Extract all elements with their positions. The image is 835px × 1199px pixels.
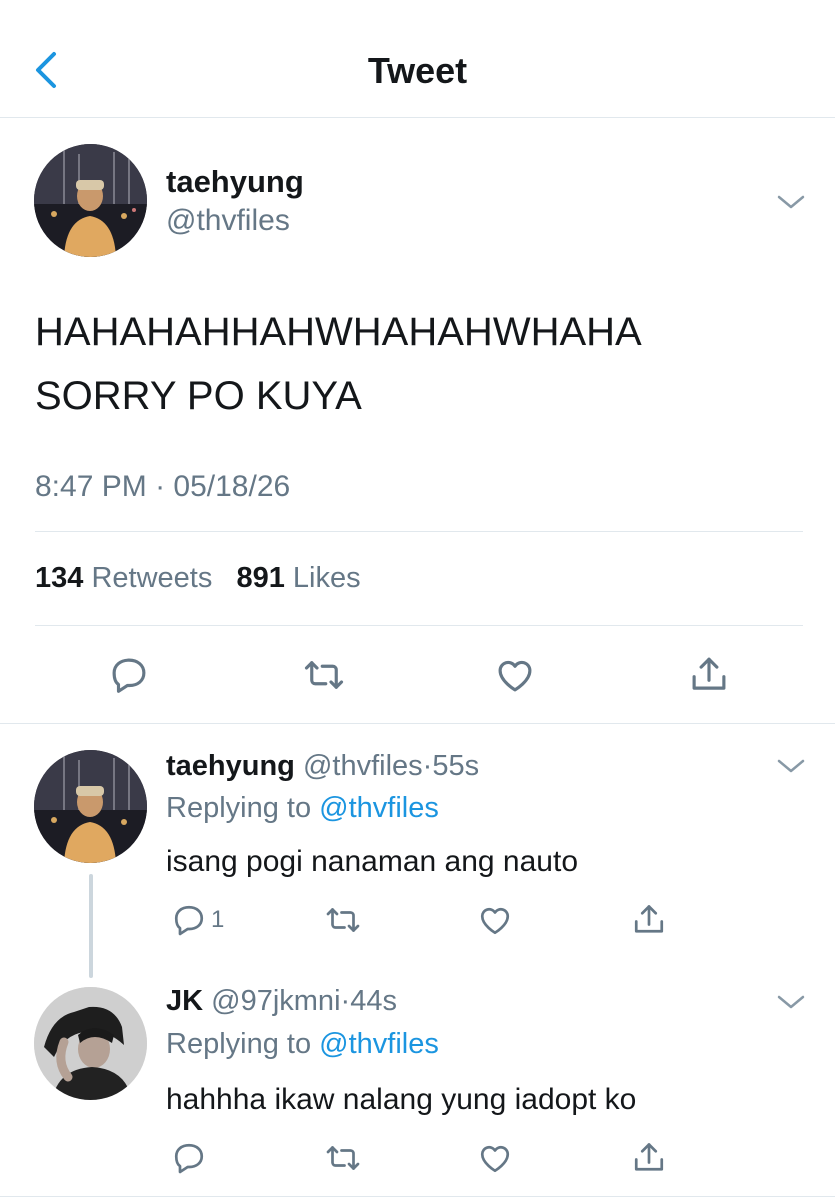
page-title: Tweet [367, 50, 468, 91]
share-button[interactable] [684, 650, 734, 700]
reply-menu-button[interactable] [776, 756, 806, 776]
share-button[interactable] [624, 895, 674, 945]
replying-to-label: Replying to [166, 1028, 312, 1060]
retweet-icon [326, 908, 360, 932]
chevron-down-icon [777, 759, 805, 773]
divider [0, 1196, 835, 1197]
like-button[interactable] [490, 650, 540, 700]
tweet-stats: 134 Retweets 891 Likes [35, 562, 361, 595]
reply-icon [174, 1143, 204, 1174]
reply-header: JK @97jkmni·44s [166, 985, 397, 1018]
retweet-button[interactable] [318, 1133, 368, 1183]
likes-label: Likes [292, 562, 361, 594]
retweet-button[interactable] [299, 650, 349, 700]
heart-icon [480, 1145, 510, 1173]
divider [35, 531, 803, 532]
thread-line [89, 874, 93, 978]
reply-button[interactable] [104, 650, 154, 700]
retweets-count: 134 [35, 562, 84, 594]
separator: · [340, 985, 351, 1017]
divider [0, 723, 835, 724]
likes-stat[interactable]: 891 Likes [236, 562, 360, 594]
tweet-menu-button[interactable] [776, 192, 806, 212]
share-icon [692, 657, 726, 690]
avatar[interactable] [34, 987, 147, 1100]
heart-icon [498, 660, 532, 692]
reply-text: isang pogi nanaman ang nauto [166, 845, 579, 878]
reply-icon [174, 905, 204, 936]
replying-to-label: Replying to [166, 792, 312, 824]
reply-button[interactable] [164, 895, 214, 945]
share-button[interactable] [624, 1133, 674, 1183]
tweet-time: 8:47 PM [35, 470, 147, 503]
like-button[interactable] [470, 1133, 520, 1183]
reply-author-name[interactable]: taehyung [166, 750, 295, 782]
tweet-timestamp: 8:47 PM · 05/18/26 [35, 470, 290, 504]
avatar[interactable] [34, 750, 147, 863]
divider [35, 625, 803, 626]
share-icon [634, 1143, 664, 1171]
reply-count: 1 [211, 906, 225, 933]
like-button[interactable] [470, 895, 520, 945]
share-icon [634, 905, 664, 933]
header-divider [0, 117, 835, 118]
author-handle[interactable]: @thvfiles [166, 204, 290, 238]
retweet-icon [326, 1146, 360, 1170]
retweet-button[interactable] [318, 895, 368, 945]
avatar[interactable] [34, 144, 147, 257]
separator: · [155, 470, 166, 503]
reply-text: hahhha ikaw nalang yung iadopt ko [166, 1083, 637, 1116]
retweet-icon [304, 661, 344, 689]
heart-icon [480, 907, 510, 935]
reply-header: taehyung @thvfiles·55s [166, 750, 479, 783]
retweets-stat[interactable]: 134 Retweets [35, 562, 212, 594]
reply-author-name[interactable]: JK [166, 985, 203, 1017]
reply-author-handle[interactable]: @97jkmni [211, 985, 340, 1017]
replying-to-link[interactable]: @thvfiles [319, 792, 439, 824]
retweets-label: Retweets [91, 562, 213, 594]
tweet-date: 05/18/26 [173, 470, 291, 503]
chevron-down-icon [777, 995, 805, 1009]
reply-age: 55s [432, 750, 480, 782]
replying-to-link[interactable]: @thvfiles [319, 1028, 439, 1060]
likes-count: 891 [236, 562, 285, 594]
separator: · [422, 750, 433, 782]
reply-icon [112, 658, 146, 693]
reply-author-handle[interactable]: @thvfiles [303, 750, 423, 782]
reply-age: 44s [350, 985, 397, 1017]
author-name[interactable]: taehyung [166, 164, 304, 200]
replying-to: Replying to @thvfiles [166, 792, 439, 825]
tweet-text: HAHAHAHHAHWHAHAHWHAHA SORRY PO KUYA [35, 310, 642, 418]
reply-button[interactable] [164, 1133, 214, 1183]
chevron-down-icon [777, 195, 805, 209]
replying-to: Replying to @thvfiles [166, 1028, 439, 1061]
reply-menu-button[interactable] [776, 992, 806, 1012]
